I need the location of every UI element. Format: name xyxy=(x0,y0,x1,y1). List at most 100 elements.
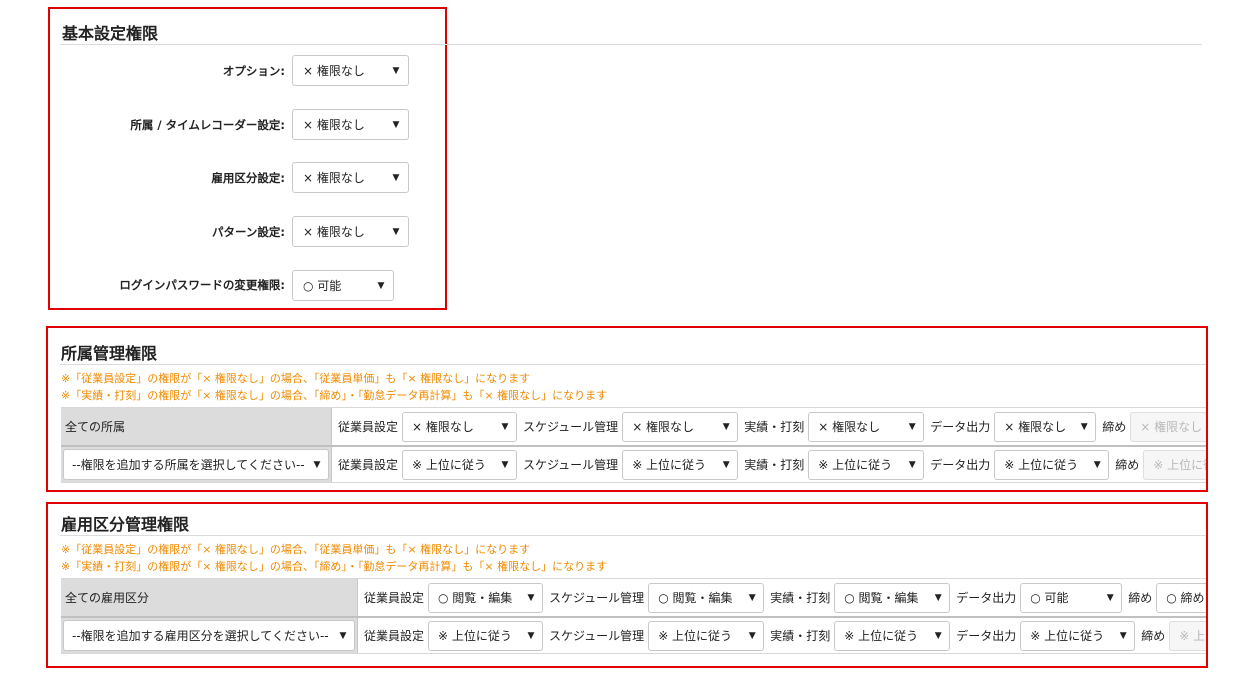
divider xyxy=(60,364,1206,365)
schedule-management-select[interactable]: ※ 上位に従う ▼ xyxy=(622,449,739,480)
chevron-down-icon: ▼ xyxy=(1119,630,1127,641)
all-departments-cell: 全ての所属 xyxy=(61,408,332,445)
pattern-select[interactable]: × 権限なし ▼ xyxy=(292,216,409,247)
closing-select[interactable]: ※ 上位に従う▼ xyxy=(1143,449,1206,480)
divider xyxy=(60,535,1206,536)
column-label: スケジュール管理 xyxy=(523,458,619,472)
column-label: 実績・打刻 xyxy=(744,458,805,472)
note-results-clock: ※「実績・打刻」の権限が「× 権限なし」の場合、「締め」・「勤怠データ再計算」も… xyxy=(61,389,608,402)
all-employment-types-cell: 全ての雇用区分 xyxy=(61,579,358,616)
permission-cells: 従業員設定 × 権限なし ▼ スケジュール管理 × 権限なし ▼ 実績・打刻 × 権… xyxy=(332,408,1206,445)
chevron-down-icon: ▼ xyxy=(501,421,509,432)
chevron-down-icon: ▼ xyxy=(748,592,756,603)
permission-cells: 従業員設定 ○ 閲覧・編集 ▼ スケジュール管理 ○ 閲覧・編集 ▼ 実績・打刻 ○… xyxy=(358,579,1206,616)
department-permission-table: 全ての所属 従業員設定 × 権限なし ▼ スケジュール管理 × 権限なし ▼ 実績・… xyxy=(61,407,1206,487)
chevron-down-icon: ▼ xyxy=(908,459,916,470)
chevron-down-icon: ▼ xyxy=(392,65,400,76)
chevron-down-icon: ▼ xyxy=(908,421,916,432)
results-clock-select[interactable]: × 権限なし ▼ xyxy=(808,411,925,442)
chevron-down-icon: ▼ xyxy=(339,630,347,641)
chevron-down-icon: ▼ xyxy=(934,592,942,603)
add-employment-type-cell: --権限を追加する雇用区分を選択してください-- ▼ xyxy=(61,618,358,653)
employment-permission-table: 全ての雇用区分 従業員設定 ○ 閲覧・編集 ▼ スケジュール管理 ○ 閲覧・編集 ▼… xyxy=(61,578,1206,658)
option-label: オプション: xyxy=(222,64,285,78)
note-results-clock: ※「実績・打刻」の権限が「× 権限なし」の場合、「締め」・「勤怠データ再計算」も… xyxy=(61,560,608,573)
chevron-down-icon: ▼ xyxy=(722,459,730,470)
column-label: 締め xyxy=(1141,629,1166,643)
column-label: スケジュール管理 xyxy=(549,629,645,643)
table-row: 全ての雇用区分 従業員設定 ○ 閲覧・編集 ▼ スケジュール管理 ○ 閲覧・編集 ▼… xyxy=(61,578,1206,616)
chevron-down-icon: ▼ xyxy=(1106,592,1114,603)
column-label: 締め xyxy=(1102,420,1127,434)
department-timerecorder-label: 所属 / タイムレコーダー設定: xyxy=(130,118,285,132)
add-department-select[interactable]: --権限を追加する所属を選択してください-- ▼ xyxy=(63,449,329,480)
chevron-down-icon: ▼ xyxy=(392,172,400,183)
column-label: 実績・打刻 xyxy=(744,420,805,434)
divider xyxy=(60,44,1202,45)
schedule-management-select[interactable]: ※ 上位に従う ▼ xyxy=(648,620,765,651)
chevron-down-icon: ▼ xyxy=(748,630,756,641)
chevron-down-icon: ▼ xyxy=(392,119,400,130)
chevron-down-icon: ▼ xyxy=(722,421,730,432)
chevron-down-icon: ▼ xyxy=(934,630,942,641)
schedule-management-select[interactable]: × 権限なし ▼ xyxy=(622,411,739,442)
column-label: データ出力 xyxy=(956,591,1017,605)
closing-select[interactable]: ※ 上位に従う▼ xyxy=(1169,620,1206,651)
table-row: 全ての所属 従業員設定 × 権限なし ▼ スケジュール管理 × 権限なし ▼ 実績・… xyxy=(61,407,1206,445)
note-employee-setting: ※「従業員設定」の権限が「× 権限なし」の場合、「従業員単価」も「× 権限なし」… xyxy=(61,372,531,385)
chevron-down-icon: ▼ xyxy=(313,459,321,470)
column-label: 従業員設定 xyxy=(338,420,399,434)
password-change-select[interactable]: ○ 可能 ▼ xyxy=(292,270,394,301)
add-department-cell: --権限を追加する所属を選択してください-- ▼ xyxy=(61,447,332,482)
chevron-down-icon: ▼ xyxy=(1093,459,1101,470)
password-change-label: ログインパスワードの変更権限: xyxy=(119,278,285,292)
chevron-down-icon: ▼ xyxy=(377,280,385,291)
closing-select[interactable]: × 権限なし▼ xyxy=(1130,411,1206,442)
chevron-down-icon: ▼ xyxy=(392,226,400,237)
schedule-management-select[interactable]: ○ 閲覧・編集 ▼ xyxy=(648,582,765,613)
employee-setting-select[interactable]: × 権限なし ▼ xyxy=(402,411,518,442)
data-export-select[interactable]: ※ 上位に従う ▼ xyxy=(1020,620,1136,651)
column-label: 締め xyxy=(1115,458,1140,472)
results-clock-select[interactable]: ○ 閲覧・編集 ▼ xyxy=(834,582,951,613)
basic-permissions-title: 基本設定権限 xyxy=(62,24,159,43)
chevron-down-icon: ▼ xyxy=(1080,421,1088,432)
department-timerecorder-select[interactable]: × 権限なし ▼ xyxy=(292,109,409,140)
department-permissions-title: 所属管理権限 xyxy=(61,344,158,363)
employee-setting-select[interactable]: ※ 上位に従う ▼ xyxy=(428,620,544,651)
chevron-down-icon: ▼ xyxy=(527,592,535,603)
basic-permissions-frame xyxy=(48,7,447,310)
add-employment-type-select[interactable]: --権限を追加する雇用区分を選択してください-- ▼ xyxy=(63,620,355,651)
column-label: 締め xyxy=(1128,591,1153,605)
results-clock-select[interactable]: ※ 上位に従う ▼ xyxy=(834,620,951,651)
employee-setting-select[interactable]: ※ 上位に従う ▼ xyxy=(402,449,518,480)
column-label: 従業員設定 xyxy=(364,629,425,643)
column-label: スケジュール管理 xyxy=(549,591,645,605)
closing-select[interactable]: ○ 締め・解除▼ xyxy=(1156,582,1206,613)
option-select[interactable]: × 権限なし ▼ xyxy=(292,55,409,86)
column-label: データ出力 xyxy=(956,629,1017,643)
pattern-label: パターン設定: xyxy=(211,225,285,239)
column-label: データ出力 xyxy=(930,458,991,472)
column-label: データ出力 xyxy=(930,420,991,434)
permission-cells: 従業員設定 ※ 上位に従う ▼ スケジュール管理 ※ 上位に従う ▼ 実績・打刻 ※… xyxy=(358,618,1206,653)
table-row: --権限を追加する所属を選択してください-- ▼ 従業員設定 ※ 上位に従う ▼ … xyxy=(61,445,1206,483)
employment-permissions-title: 雇用区分管理権限 xyxy=(61,515,190,534)
table-row: --権限を追加する雇用区分を選択してください-- ▼ 従業員設定 ※ 上位に従う… xyxy=(61,616,1206,654)
permission-cells: 従業員設定 ※ 上位に従う ▼ スケジュール管理 ※ 上位に従う ▼ 実績・打刻 ※… xyxy=(332,447,1206,482)
chevron-down-icon: ▼ xyxy=(527,630,535,641)
column-label: スケジュール管理 xyxy=(523,420,619,434)
results-clock-select[interactable]: ※ 上位に従う ▼ xyxy=(808,449,925,480)
data-export-select[interactable]: ○ 可能 ▼ xyxy=(1020,582,1123,613)
data-export-select[interactable]: ※ 上位に従う ▼ xyxy=(994,449,1110,480)
column-label: 実績・打刻 xyxy=(770,629,831,643)
employment-type-select[interactable]: × 権限なし ▼ xyxy=(292,162,409,193)
employee-setting-select[interactable]: ○ 閲覧・編集 ▼ xyxy=(428,582,544,613)
column-label: 従業員設定 xyxy=(338,458,399,472)
employment-type-label: 雇用区分設定: xyxy=(211,171,285,185)
column-label: 実績・打刻 xyxy=(770,591,831,605)
column-label: 従業員設定 xyxy=(364,591,425,605)
chevron-down-icon: ▼ xyxy=(501,459,509,470)
data-export-select[interactable]: × 権限なし ▼ xyxy=(994,411,1097,442)
note-employee-setting: ※「従業員設定」の権限が「× 権限なし」の場合、「従業員単価」も「× 権限なし」… xyxy=(61,543,531,556)
